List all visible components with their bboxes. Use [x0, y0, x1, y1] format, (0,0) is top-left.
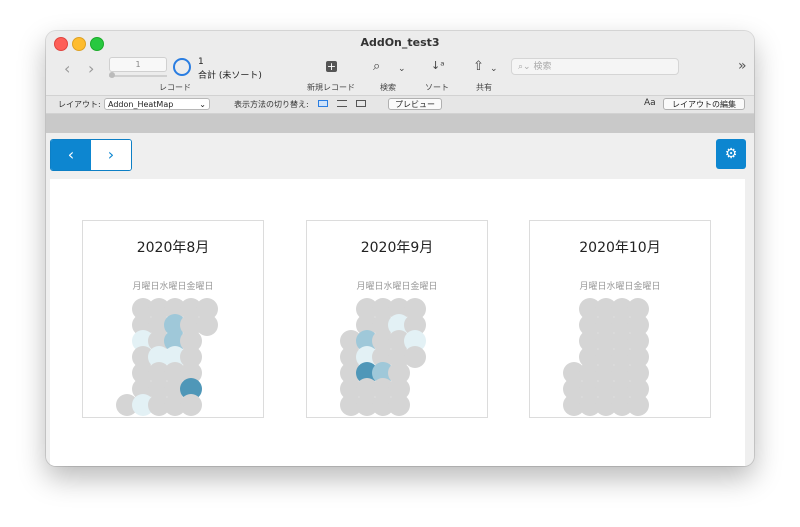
settings-button[interactable]: ⚙: [716, 139, 746, 169]
layout-select[interactable]: Addon_HeatMap ⌄: [104, 98, 210, 110]
heatmap-day-cell[interactable]: [404, 346, 426, 368]
edit-layout-button[interactable]: レイアウトの編集: [663, 98, 745, 110]
list-view-icon[interactable]: [337, 100, 347, 107]
layout-label: レイアウト:: [58, 100, 101, 109]
find-button[interactable]: 検索: [380, 82, 396, 93]
search-icon[interactable]: ⌕: [373, 59, 380, 74]
record-label: レコード: [159, 83, 191, 92]
heatmap-grid: [563, 298, 649, 416]
record-number-field[interactable]: 1: [109, 57, 167, 72]
heatmap-day-cell[interactable]: [388, 394, 410, 416]
heatmap-grid: [116, 298, 218, 416]
titlebar: AddOn_test3 ‹ › 1 1 合計 (未ソート) レコード + 新規レ…: [46, 31, 754, 95]
record-status: 合計 (未ソート): [198, 71, 262, 81]
heatmap-day-cell[interactable]: [180, 394, 202, 416]
record-pie-icon: [173, 58, 191, 76]
month-nav-group: ‹ ›: [50, 139, 132, 171]
share-button[interactable]: 共有: [476, 82, 492, 93]
select-chevron-icon: ⌄: [199, 100, 206, 109]
chevron-right-icon[interactable]: ›: [88, 59, 94, 78]
layout-select-value: Addon_HeatMap: [108, 100, 174, 109]
chevron-left-icon[interactable]: ‹: [64, 59, 70, 78]
month-card: 2020年9月 月曜日水曜日金曜日: [306, 220, 488, 418]
view-switch-label: 表示方法の切り替え:: [234, 100, 309, 109]
record-slider[interactable]: [109, 75, 167, 77]
search-placeholder: 検索: [533, 62, 552, 72]
previous-month-button[interactable]: ‹: [51, 140, 91, 170]
month-card: 2020年8月 月曜日水曜日金曜日: [82, 220, 264, 418]
find-dropdown-chevron-icon[interactable]: ⌄: [398, 64, 406, 74]
content-area: ‹ › ⚙ 2020年8月 月曜日水曜日金曜日 2020年9月 月曜日水曜日金曜…: [46, 133, 754, 466]
new-record-icon[interactable]: +: [326, 61, 337, 72]
table-view-icon[interactable]: [356, 100, 366, 107]
search-field-icon: ⌕⌄: [518, 62, 534, 72]
heatmap-day-cell[interactable]: [196, 314, 218, 336]
search-input[interactable]: ⌕⌄ 検索: [511, 58, 679, 75]
app-window: AddOn_test3 ‹ › 1 1 合計 (未ソート) レコード + 新規レ…: [46, 31, 754, 466]
new-record-button[interactable]: 新規レコード: [307, 82, 355, 93]
toolbar-overflow-icon[interactable]: »: [738, 58, 747, 74]
share-icon[interactable]: ⇧: [473, 59, 484, 74]
share-dropdown-chevron-icon[interactable]: ⌄: [490, 64, 498, 74]
window-title: AddOn_test3: [360, 36, 440, 49]
record-count: 1: [198, 57, 204, 67]
status-area: [46, 114, 754, 133]
heatmap-day-cell[interactable]: [627, 394, 649, 416]
heatmap-grid: [340, 298, 426, 416]
form-view-icon[interactable]: [318, 100, 328, 107]
sort-button[interactable]: ソート: [425, 82, 449, 93]
gear-icon: ⚙: [724, 146, 738, 162]
heatmap-panel: 2020年8月 月曜日水曜日金曜日 2020年9月 月曜日水曜日金曜日 2020…: [50, 179, 745, 466]
layout-bar: レイアウト: Addon_HeatMap ⌄ 表示方法の切り替え: プレビュー …: [46, 95, 754, 114]
font-size-icon[interactable]: Aa: [644, 98, 656, 108]
record-slider-knob[interactable]: [109, 72, 115, 78]
month-card: 2020年10月 月曜日水曜日金曜日: [529, 220, 711, 418]
next-month-button[interactable]: ›: [91, 140, 131, 170]
preview-button[interactable]: プレビュー: [388, 98, 442, 110]
sort-icon[interactable]: ↓ᵃ: [431, 59, 445, 72]
